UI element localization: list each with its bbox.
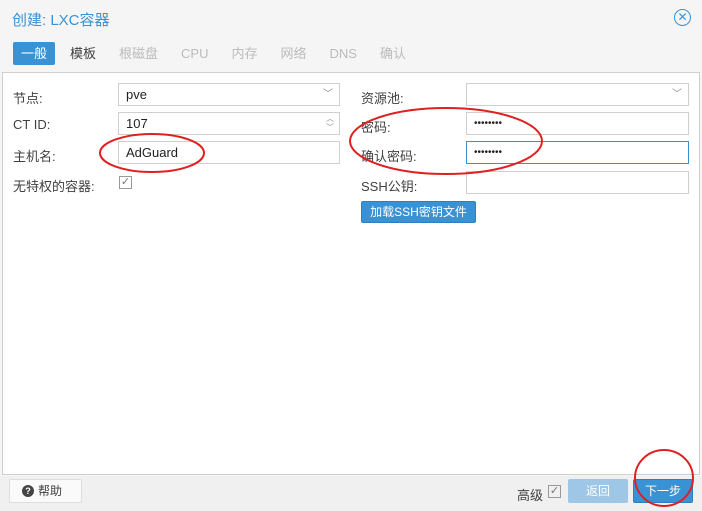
password-input[interactable]: •••••••• (466, 112, 689, 135)
node-value: pve (126, 87, 147, 102)
advanced-checkbox[interactable]: ✓ (548, 485, 561, 498)
unprivileged-label: 无特权的容器: (13, 179, 95, 194)
tab-template[interactable]: 模板 (62, 42, 104, 65)
load-ssh-key-button[interactable]: 加载SSH密钥文件 (361, 201, 476, 223)
ctid-label: CT ID: (13, 117, 51, 132)
question-icon: ? (22, 485, 34, 497)
hostname-label: 主机名: (13, 149, 56, 164)
password-label: 密码: (361, 120, 391, 135)
pool-label: 资源池: (361, 91, 404, 106)
back-button[interactable]: 返回 (568, 479, 628, 503)
node-label: 节点: (13, 91, 43, 106)
chevron-down-icon: ﹀ (323, 89, 333, 100)
next-button[interactable]: 下一步 (633, 479, 693, 503)
chevron-down-icon: ﹀ (672, 89, 682, 100)
ssh-key-label: SSH公钥: (361, 179, 418, 194)
spinner-icon[interactable]: ︿ ﹀ (326, 114, 334, 132)
tab-memory: 内存 (231, 46, 258, 61)
close-icon[interactable]: ✕ (674, 9, 691, 26)
confirm-password-label: 确认密码: (361, 149, 417, 164)
help-button[interactable]: ? 帮助 (9, 479, 82, 503)
ssh-key-input[interactable] (466, 171, 689, 194)
tab-cpu: CPU (181, 46, 209, 61)
hostname-input[interactable]: AdGuard (118, 141, 340, 164)
unprivileged-checkbox[interactable]: ✓ (119, 176, 132, 189)
pool-select[interactable]: ﹀ (466, 83, 689, 106)
help-label: 帮助 (38, 484, 63, 498)
advanced-label: 高级 (517, 488, 544, 503)
wizard-tabs: 一般 模板 根磁盘 CPU 内存 网络 DNS 确认 (13, 42, 421, 65)
ctid-value: 107 (126, 116, 148, 131)
tab-network: 网络 (280, 46, 307, 61)
tab-root-disk: 根磁盘 (119, 46, 159, 61)
dialog-title: 创建: LXC容器 (12, 12, 110, 29)
node-select[interactable]: pve ﹀ (118, 83, 340, 106)
tab-general[interactable]: 一般 (13, 42, 56, 65)
tab-dns: DNS (329, 46, 357, 61)
tab-confirm: 确认 (379, 46, 406, 61)
confirm-password-input[interactable]: •••••••• (466, 141, 689, 164)
ctid-stepper[interactable]: 107 ︿ ﹀ (118, 112, 340, 135)
